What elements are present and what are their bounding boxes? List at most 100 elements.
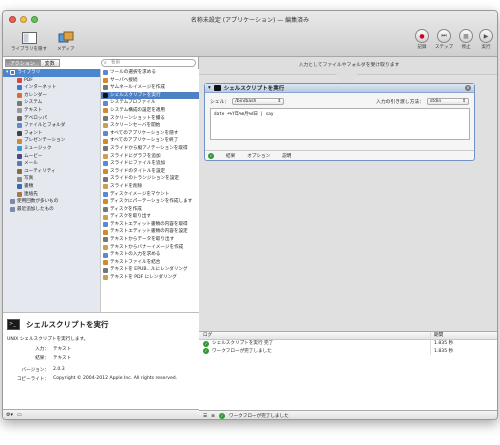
library-tabs: アクション 変数 bbox=[5, 59, 60, 67]
media-label: メディア bbox=[57, 47, 75, 52]
results-tab[interactable]: 結果 bbox=[226, 153, 235, 159]
success-check-icon: ✓ bbox=[203, 340, 209, 347]
input-method-select[interactable]: stdin ⇕ bbox=[427, 98, 469, 105]
smart-group[interactable]: 使用回数が多いもの bbox=[3, 198, 100, 206]
script-editor[interactable]: date +%Y年%m月%d日 | say bbox=[210, 108, 470, 140]
action-list-item[interactable]: ディスクを作成 bbox=[101, 206, 199, 214]
library-category[interactable]: PDF bbox=[3, 77, 100, 85]
library-category[interactable]: ムービー bbox=[3, 153, 100, 161]
action-label: スライドにグラフを追加 bbox=[110, 153, 161, 159]
log-row: ✓ ワークフローが完了しました 1.835 秒 bbox=[199, 347, 497, 356]
action-label: スライドにファイルを追加 bbox=[110, 161, 166, 167]
smart-folder-icon bbox=[10, 199, 15, 205]
log-duration: 1.835 秒 bbox=[434, 341, 454, 346]
action-list-item[interactable]: サムネールイメージを作成 bbox=[101, 84, 199, 92]
run-shell-script-action[interactable]: ▾ シェルスクリプトを実行 ✕ シェル： /bin/bash ⇕ 入力の引き渡し… bbox=[204, 83, 475, 161]
hide-library-button[interactable]: ライブラリを隠す bbox=[11, 31, 47, 52]
action-icon bbox=[103, 100, 108, 106]
action-list-item[interactable]: すべてのアプリケーションを終了 bbox=[101, 137, 199, 145]
run-button[interactable]: ▶ 実行 bbox=[479, 29, 493, 50]
action-list-item[interactable]: システム構成の設定を適用 bbox=[101, 107, 199, 115]
library-category[interactable]: プレゼンテーション bbox=[3, 137, 100, 145]
library-category[interactable]: メール bbox=[3, 160, 100, 168]
action-list-item[interactable]: テキストを EPUB...ルにレンダリング bbox=[101, 266, 199, 274]
library-category[interactable]: ミュージック bbox=[3, 145, 100, 153]
collapse-triangle-icon[interactable]: ▾ bbox=[208, 85, 211, 91]
action-label: シェルスクリプトを実行 bbox=[110, 92, 161, 98]
library-category[interactable]: カレンダー bbox=[3, 92, 100, 100]
library-category[interactable]: 書類 bbox=[3, 183, 100, 191]
run-icon: ▶ bbox=[479, 29, 493, 43]
log-header: ログ 期間 bbox=[199, 332, 497, 340]
action-list-item[interactable]: スライドのトランジションを設定 bbox=[101, 175, 199, 183]
action-list-item[interactable]: スライドのタイトルを設定 bbox=[101, 168, 199, 176]
action-list-item[interactable]: サーバへ接続 bbox=[101, 77, 199, 85]
action-list-item[interactable]: テキストからバナーイメージを作成 bbox=[101, 244, 199, 252]
category-icon bbox=[17, 146, 22, 152]
duration-column-header[interactable]: 期間 bbox=[431, 332, 443, 339]
record-button[interactable]: ● 記録 bbox=[415, 29, 429, 50]
action-list-item[interactable]: ディスクにパーテーションを作成します bbox=[101, 198, 199, 206]
description-key: 結果： bbox=[35, 356, 49, 361]
gear-menu-icon[interactable]: ⚙▾ bbox=[6, 412, 13, 419]
action-label: すべてのアプリケーションを終了 bbox=[110, 138, 179, 144]
remove-action-icon[interactable]: ✕ bbox=[465, 85, 471, 91]
tab-variables[interactable]: 変数 bbox=[39, 59, 60, 67]
media-icon bbox=[58, 31, 74, 44]
category-icon bbox=[17, 108, 22, 114]
action-list-item[interactable]: スクリーンセーバを開始 bbox=[101, 122, 199, 130]
search-field[interactable]: ⌕ 名前 bbox=[101, 59, 196, 67]
action-list-item[interactable]: スライドにファイルを追加 bbox=[101, 160, 199, 168]
options-tab[interactable]: オプション bbox=[247, 153, 270, 159]
action-icon bbox=[103, 191, 108, 197]
log-column-header[interactable]: ログ bbox=[199, 332, 431, 339]
action-list-item[interactable]: テキストエディット書類の内容を設定 bbox=[101, 228, 199, 236]
toolbar-left: ライブラリを隠す メディア bbox=[11, 31, 75, 52]
action-list-item[interactable]: テキストからデータを取り出す bbox=[101, 236, 199, 244]
action-label: テキストからデータを取り出す bbox=[110, 237, 175, 243]
step-button[interactable]: ⏭ ステップ bbox=[435, 29, 453, 50]
action-list-item[interactable]: ツールの選択を求める bbox=[101, 69, 199, 77]
action-list-item[interactable]: シェルスクリプトを実行 bbox=[101, 91, 199, 100]
action-list-item[interactable]: すべてのアプリケーションを隠す bbox=[101, 130, 199, 138]
stop-button[interactable]: ■ 停止 bbox=[459, 29, 473, 50]
action-list-item[interactable]: テキストの入力を求める bbox=[101, 251, 199, 259]
list-view-icon[interactable]: ☰ bbox=[203, 414, 207, 419]
library-category[interactable]: デベロッパ bbox=[3, 115, 100, 123]
action-list-item[interactable]: スライドから縦アノテーションを取得 bbox=[101, 145, 199, 153]
action-list-item[interactable]: ディスクイメージをマウント bbox=[101, 191, 199, 199]
media-button[interactable]: メディア bbox=[57, 31, 75, 52]
toggle-description-icon[interactable]: ▭ bbox=[17, 412, 22, 419]
action-list-item[interactable]: スライドを削除 bbox=[101, 183, 199, 191]
log-message-cell: ✓ シェルスクリプトを実行 完了 bbox=[199, 340, 431, 348]
action-icon bbox=[103, 214, 108, 220]
library-category[interactable]: ユーティリティ bbox=[3, 168, 100, 176]
action-list-item[interactable]: テキストファイルを結合 bbox=[101, 259, 199, 267]
library-category[interactable]: システム bbox=[3, 99, 100, 107]
shell-label: シェル： bbox=[210, 100, 230, 105]
library-category[interactable]: テキスト bbox=[3, 107, 100, 115]
action-list-item[interactable]: スライドにグラフを追加 bbox=[101, 153, 199, 161]
action-list-item[interactable]: テキストを PDF にレンダリング bbox=[101, 274, 199, 282]
status-text: ワークフローが完了しました bbox=[228, 414, 289, 419]
action-label: テキストからバナーイメージを作成 bbox=[110, 244, 184, 250]
log-view-icon[interactable]: ≣ bbox=[211, 414, 215, 419]
library-items: PDF インターネット カレンダー システム テキスト デベロッパ ファイルとフォルダ フォン… bbox=[3, 77, 100, 199]
smart-group[interactable]: 最近追加したもの bbox=[3, 206, 100, 214]
description-tab[interactable]: 説明 bbox=[282, 153, 291, 159]
library-category[interactable]: 写真 bbox=[3, 175, 100, 183]
action-list-item[interactable]: ディスクを取り出す bbox=[101, 213, 199, 221]
library-category[interactable]: ファイルとフォルダ bbox=[3, 122, 100, 130]
description-value: テキスト bbox=[53, 347, 72, 352]
action-title: シェルスクリプトを実行 bbox=[223, 86, 285, 92]
action-icon bbox=[103, 237, 108, 243]
action-list-item[interactable]: システムプロファイル bbox=[101, 99, 199, 107]
shell-select[interactable]: /bin/bash ⇕ bbox=[232, 98, 285, 105]
tab-actions[interactable]: アクション bbox=[5, 59, 40, 67]
library-category[interactable]: 連絡先 bbox=[3, 191, 100, 199]
library-category[interactable]: フォント bbox=[3, 130, 100, 138]
action-list-item[interactable]: スクリーンショットを撮る bbox=[101, 115, 199, 123]
library-category[interactable]: インターネット bbox=[3, 84, 100, 92]
library-root[interactable]: ▾ ライブラリ bbox=[3, 69, 100, 77]
action-list-item[interactable]: テキストエディット書類の内容を取得 bbox=[101, 221, 199, 229]
